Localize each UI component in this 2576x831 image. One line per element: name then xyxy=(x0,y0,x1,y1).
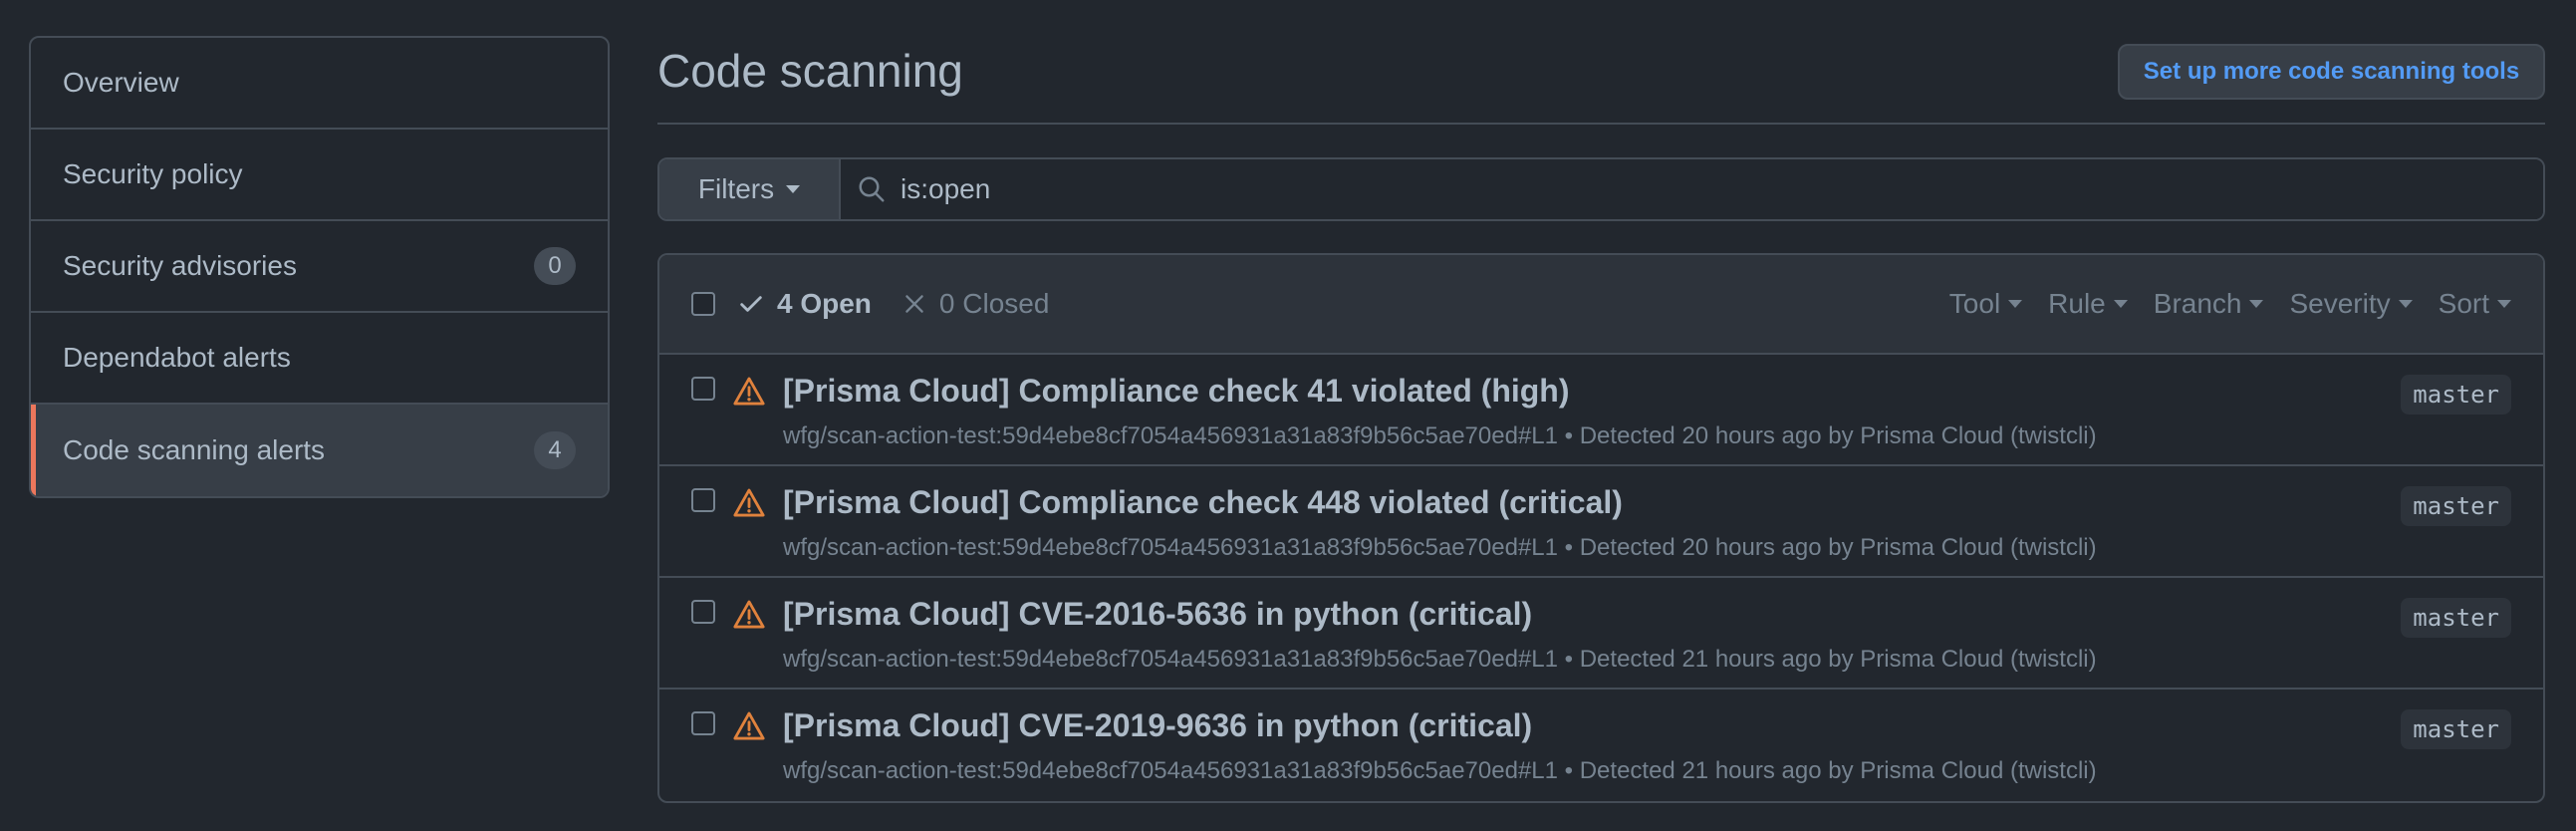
menu-label: Branch xyxy=(2153,288,2242,319)
menu-label: Sort xyxy=(2438,288,2489,319)
alerts-list-header: 4 Open 0 Closed Tool Rule Branch Severit… xyxy=(659,255,2543,355)
counter-badge: 4 xyxy=(534,431,576,469)
sidebar-item-label: Security policy xyxy=(63,158,243,189)
sidebar-item-label: Overview xyxy=(63,67,179,98)
alert-row: [Prisma Cloud] CVE-2019-9636 in python (… xyxy=(659,690,2543,801)
alert-meta: wfg/scan-action-test:59d4ebe8cf7054a4569… xyxy=(783,534,2097,561)
branch-label: master xyxy=(2401,709,2511,749)
divider xyxy=(657,123,2545,125)
branch-label: master xyxy=(2401,375,2511,415)
sidebar-item-label: Code scanning alerts xyxy=(63,434,326,465)
select-all-checkbox[interactable] xyxy=(691,292,715,316)
filter-bar: Filters xyxy=(657,157,2545,221)
sidebar-item-label: Security advisories xyxy=(63,250,297,281)
alert-triangle-icon xyxy=(733,711,765,740)
severity-menu[interactable]: Severity xyxy=(2289,288,2413,320)
alerts-list: 4 Open 0 Closed Tool Rule Branch Severit… xyxy=(657,253,2545,803)
row-checkbox[interactable] xyxy=(691,711,715,735)
menu-label: Tool xyxy=(1948,288,2001,319)
alert-row: [Prisma Cloud] CVE-2016-5636 in python (… xyxy=(659,578,2543,690)
alert-meta: wfg/scan-action-test:59d4ebe8cf7054a4569… xyxy=(783,646,2097,673)
filters-button[interactable]: Filters xyxy=(659,159,841,219)
branch-label: master xyxy=(2401,486,2511,526)
sidebar-item-security-policy[interactable]: Security policy xyxy=(31,130,608,221)
open-count: 4 Open xyxy=(777,288,872,319)
setup-scanning-tools-button[interactable]: Set up more code scanning tools xyxy=(2118,44,2545,100)
search-field xyxy=(841,159,2543,219)
row-checkbox[interactable] xyxy=(691,377,715,401)
closed-count: 0 Closed xyxy=(938,288,1050,319)
check-icon xyxy=(740,296,762,312)
row-checkbox[interactable] xyxy=(691,600,715,624)
page-title: Code scanning xyxy=(657,45,963,97)
alert-meta: wfg/scan-action-test:59d4ebe8cf7054a4569… xyxy=(783,757,2097,784)
alert-title-link[interactable]: [Prisma Cloud] Compliance check 448 viol… xyxy=(783,484,1623,521)
alert-meta: wfg/scan-action-test:59d4ebe8cf7054a4569… xyxy=(783,422,2097,449)
caret-down-icon xyxy=(786,185,801,193)
sidebar-item-overview[interactable]: Overview xyxy=(31,38,608,130)
closed-filter[interactable]: 0 Closed xyxy=(902,288,1050,320)
rule-menu[interactable]: Rule xyxy=(2048,288,2128,320)
search-icon xyxy=(859,176,885,202)
caret-down-icon xyxy=(2398,300,2413,308)
filter-menus: Tool Rule Branch Severity Sort xyxy=(1949,288,2511,320)
menu-label: Rule xyxy=(2048,288,2106,319)
filters-button-label: Filters xyxy=(697,173,775,204)
caret-down-icon xyxy=(2497,300,2511,308)
alert-triangle-icon xyxy=(733,600,765,629)
security-sidebar: Overview Security policy Security adviso… xyxy=(29,36,610,498)
sidebar-item-dependabot-alerts[interactable]: Dependabot alerts xyxy=(31,313,608,405)
sidebar-item-label: Dependabot alerts xyxy=(63,342,291,373)
open-filter[interactable]: 4 Open xyxy=(737,288,872,320)
alert-row: [Prisma Cloud] Compliance check 41 viola… xyxy=(659,355,2543,466)
alert-title-link[interactable]: [Prisma Cloud] CVE-2019-9636 in python (… xyxy=(783,707,1532,744)
row-checkbox[interactable] xyxy=(691,488,715,512)
menu-label: Severity xyxy=(2289,288,2391,319)
alert-triangle-icon xyxy=(733,377,765,406)
alert-row: [Prisma Cloud] Compliance check 448 viol… xyxy=(659,466,2543,578)
alert-title-link[interactable]: [Prisma Cloud] CVE-2016-5636 in python (… xyxy=(783,596,1532,633)
tool-menu[interactable]: Tool xyxy=(1948,288,2023,320)
sidebar-item-code-scanning-alerts[interactable]: Code scanning alerts 4 xyxy=(31,405,608,496)
caret-down-icon xyxy=(2113,300,2128,308)
caret-down-icon xyxy=(2008,300,2023,308)
search-input[interactable] xyxy=(887,159,2543,219)
sort-menu[interactable]: Sort xyxy=(2439,288,2511,320)
branch-menu[interactable]: Branch xyxy=(2154,288,2264,320)
branch-label: master xyxy=(2401,598,2511,638)
sidebar-item-security-advisories[interactable]: Security advisories 0 xyxy=(31,221,608,313)
counter-badge: 0 xyxy=(534,247,576,285)
x-icon xyxy=(905,295,923,313)
alert-triangle-icon xyxy=(733,488,765,517)
caret-down-icon xyxy=(2249,300,2264,308)
alert-title-link[interactable]: [Prisma Cloud] Compliance check 41 viola… xyxy=(783,373,1570,410)
